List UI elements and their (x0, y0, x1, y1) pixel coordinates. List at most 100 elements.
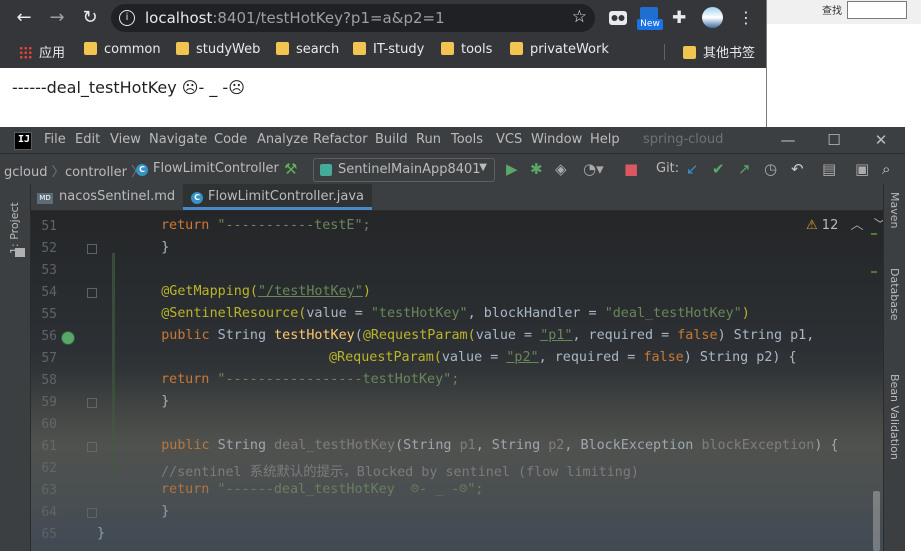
breadcrumb-label: gcloud (4, 165, 48, 180)
fold-marker-icon[interactable] (87, 442, 97, 452)
bean-validation-tool-button[interactable]: Bean Validation (888, 374, 901, 460)
menu-analyze[interactable]: Analyze (257, 132, 308, 147)
line-number: 58 (41, 373, 57, 388)
inspection-widget[interactable]: ⚠ 12 ︿ ﹀ (806, 214, 883, 233)
bookmark-other[interactable]: 其他书签 (683, 42, 755, 61)
tab-nacossentinel-md[interactable]: MDnacosSentinel.md ✕ (37, 184, 197, 210)
hammer-build-icon[interactable]: ⚒ (284, 159, 297, 179)
menu-build[interactable]: Build (375, 132, 408, 147)
bookmark-studyweb[interactable]: studyWeb (176, 42, 260, 60)
menu-tools[interactable]: Tools (451, 132, 483, 147)
error-stripe-mark[interactable] (871, 271, 877, 273)
spring-bean-gutter-icon[interactable] (61, 331, 75, 345)
folder-icon (510, 42, 523, 55)
extension-icon[interactable] (608, 7, 628, 29)
project-tool-button[interactable]: 1: Project (8, 202, 21, 254)
menu-code[interactable]: Code (214, 132, 247, 147)
breadcrumb-package[interactable]: controller 〉 (65, 161, 144, 180)
menu-file[interactable]: File (44, 132, 66, 147)
markdown-icon: MD (37, 193, 53, 204)
new-extension-icon[interactable]: New (637, 7, 663, 30)
code-line-64: } (161, 504, 170, 519)
history-icon[interactable]: ◷ (764, 159, 777, 179)
code-line-61: public String deal_testHotKey(String p1,… (161, 438, 839, 453)
bookmark-tools[interactable]: tools (441, 42, 492, 60)
menu-navigate[interactable]: Navigate (149, 132, 207, 147)
menu-window[interactable]: Window (531, 132, 582, 147)
menu-edit[interactable]: Edit (75, 132, 100, 147)
breadcrumb-class[interactable]: C FlowLimitController (136, 161, 279, 176)
menu-help[interactable]: Help (590, 132, 620, 147)
code-line-57: @RequestParam(value = "p2", required = f… (329, 350, 797, 365)
bookmark-apps[interactable]: 应用 (19, 42, 65, 61)
puzzle-icon[interactable]: ✚ (672, 7, 692, 29)
profile-avatar[interactable] (702, 7, 724, 29)
fold-marker-icon[interactable] (87, 288, 97, 298)
tab-label: nacosSentinel.md (59, 189, 176, 204)
chevron-down-icon: ▼ (479, 162, 487, 173)
stop-icon[interactable]: ■ (624, 159, 638, 179)
rollback-icon[interactable]: ↶ (791, 159, 804, 179)
editor-scrollbar[interactable] (873, 491, 880, 551)
code-line-62: //sentinel 系统默认的提示，Blocked by sentinel (… (161, 465, 639, 480)
browser-toolbar: ← → ↻ i localhost:8401/testHotKey?p1=a&p… (0, 0, 767, 68)
url-host: localhost (145, 9, 213, 27)
profile-run-icon[interactable]: ◔▾ (583, 159, 604, 179)
chevron-down-icon[interactable]: ﹀ (874, 218, 883, 233)
git-update-icon[interactable]: ↙ (686, 159, 699, 179)
menu-run[interactable]: Run (416, 132, 441, 147)
breadcrumb-module[interactable]: gcloud 〉 (4, 161, 65, 180)
debug-icon[interactable]: ✱ (530, 159, 543, 179)
editor-tabs: MDnacosSentinel.md ✕ CFlowLimitControlle… (31, 184, 883, 211)
tab-flowlimitcontroller[interactable]: C FlowLimitController.java (183, 184, 372, 210)
git-commit-icon[interactable]: ✔ (712, 159, 725, 179)
back-icon[interactable]: ← (14, 8, 34, 28)
line-gutter: 51 52 53 54 55 56 57 58 59 60 61 62 63 6… (31, 211, 101, 551)
folder-icon (176, 42, 189, 55)
code-line-51: return "-----------testE"; (161, 218, 371, 233)
forward-icon[interactable]: → (47, 8, 67, 28)
fold-marker-icon[interactable] (87, 508, 97, 518)
menu-refactor[interactable]: Refactor (313, 132, 368, 147)
database-tool-button[interactable]: Database (888, 268, 901, 321)
reload-icon[interactable]: ↻ (80, 8, 100, 28)
line-number: 63 (41, 483, 57, 498)
url-text[interactable]: localhost:8401/testHotKey?p1=a&p2=1 (145, 9, 445, 27)
fold-marker-icon[interactable] (87, 398, 97, 408)
vcs-change-marker (112, 253, 115, 473)
run-icon[interactable]: ▶ (506, 159, 518, 179)
maven-tool-button[interactable]: Maven (888, 192, 901, 228)
left-tool-strip: 1: Project (0, 184, 31, 551)
kebab-menu-icon[interactable]: ⋮ (738, 7, 754, 29)
menu-view[interactable]: View (110, 132, 141, 147)
error-stripe-mark[interactable] (871, 233, 877, 235)
bookmark-it-study[interactable]: IT-study (353, 42, 424, 60)
line-number: 59 (41, 395, 57, 410)
terminal-icon[interactable]: ▣ (855, 159, 869, 179)
git-label: Git: (656, 161, 680, 176)
code-editor[interactable]: 51 52 53 54 55 56 57 58 59 60 61 62 63 6… (31, 211, 883, 551)
bookmark-star-icon[interactable]: ☆ (572, 7, 587, 27)
menu-vcs[interactable]: VCS (496, 132, 522, 147)
run-configuration-select[interactable]: SentinelMainApp8401 ▼ (313, 158, 495, 182)
bookmark-common[interactable]: common (84, 42, 161, 60)
bookmark-label: IT-study (373, 42, 425, 57)
maximize-icon[interactable]: ☐ (819, 129, 849, 151)
address-bar[interactable]: i localhost:8401/testHotKey?p1=a&p2=1 ☆ (111, 4, 595, 32)
close-icon[interactable]: ✕ (866, 129, 896, 151)
search-icon[interactable]: ⌕ (882, 159, 890, 179)
bookmark-privatework[interactable]: privateWork (510, 42, 609, 60)
coverage-icon[interactable]: ◈ (555, 159, 567, 179)
minimize-icon[interactable]: — (773, 129, 803, 151)
breadcrumb-label: controller (65, 165, 128, 180)
bookmark-search[interactable]: search (276, 42, 339, 60)
git-push-icon[interactable]: ↗ (738, 159, 751, 179)
class-icon: C (191, 192, 203, 204)
line-number: 65 (41, 527, 57, 542)
chevron-up-icon[interactable]: ︿ (850, 218, 863, 233)
fold-marker-icon[interactable] (87, 244, 97, 254)
info-icon[interactable]: i (119, 10, 135, 26)
ide-navigation-bar: gcloud 〉 controller 〉 C FlowLimitControll… (0, 153, 905, 185)
find-input[interactable] (847, 1, 907, 19)
project-structure-icon[interactable]: ▤ (822, 159, 836, 179)
